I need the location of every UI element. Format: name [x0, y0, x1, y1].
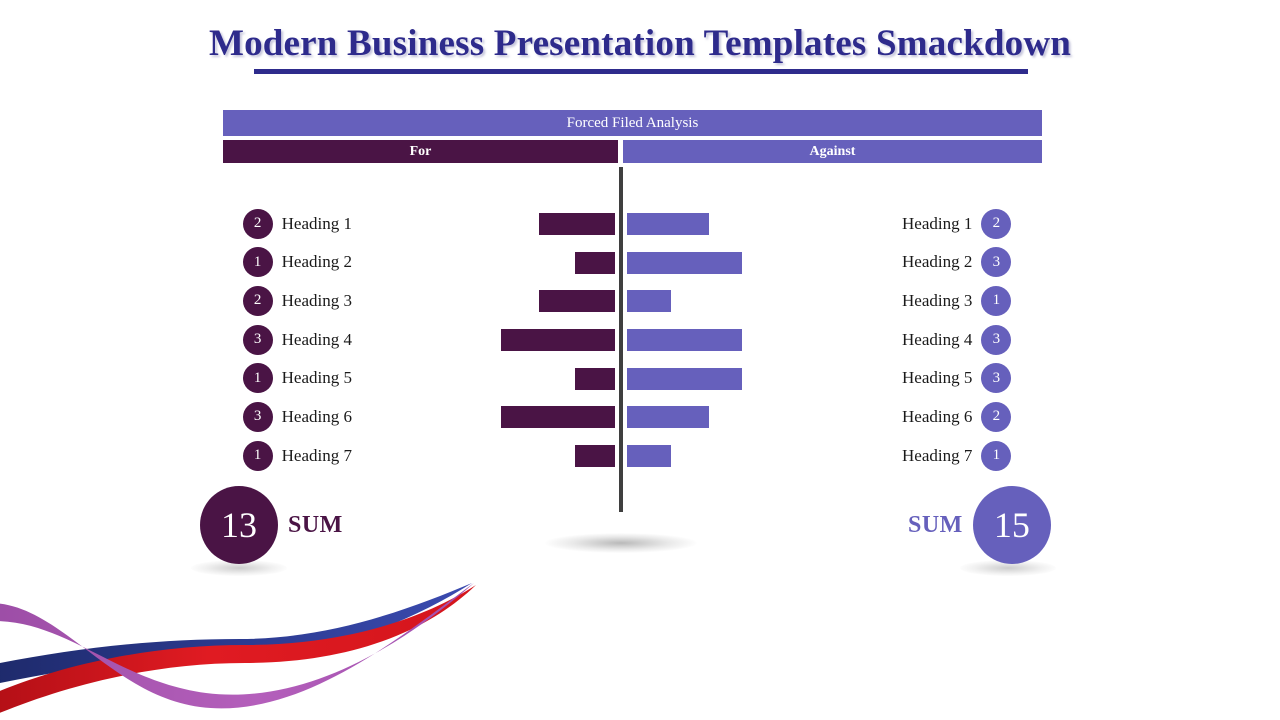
- table-row: 1 Heading 2 Heading 2 3: [0, 246, 1280, 285]
- bar-against: [627, 367, 742, 390]
- table-row: 1 Heading 7 Heading 7 1: [0, 439, 1280, 478]
- page-title: Modern Business Presentation Templates S…: [208, 23, 1072, 64]
- bar-for: [575, 367, 615, 390]
- sum-left-label: SUM: [288, 511, 343, 538]
- sum-right-label: SUM: [908, 511, 963, 538]
- bar-against: [627, 213, 709, 235]
- row-left-label: Heading 7: [281, 445, 352, 465]
- table-row: 3 Heading 6 Heading 6 2: [0, 400, 1280, 439]
- badge-right-value: 3: [981, 363, 1012, 394]
- row-left-label: Heading 5: [281, 368, 352, 388]
- row-right-label-group: Heading 7 1: [902, 439, 1012, 472]
- column-header-row: For Against: [223, 140, 1042, 163]
- row-left-label-group: 2 Heading 3: [242, 284, 352, 317]
- sum-right-value: 15: [972, 486, 1051, 564]
- row-right-label-group: Heading 4 3: [902, 323, 1012, 356]
- badge-right-value: 1: [981, 285, 1012, 316]
- bar-against: [627, 445, 671, 468]
- badge-right-value: 3: [981, 324, 1012, 355]
- row-right-label-group: Heading 5 3: [902, 362, 1012, 395]
- table-row: 1 Heading 5 Heading 5 3: [0, 362, 1280, 401]
- title-underline: [254, 69, 1028, 74]
- bar-against: [627, 251, 742, 274]
- row-right-label: Heading 3: [902, 290, 973, 310]
- row-left-label-group: 1 Heading 5: [242, 362, 352, 395]
- row-right-label-group: Heading 3 1: [902, 284, 1012, 317]
- badge-right-value: 2: [981, 208, 1012, 239]
- table-row: 2 Heading 1 Heading 1 2: [0, 207, 1280, 246]
- sum-right-group: SUM 15: [908, 486, 1051, 564]
- badge-left-value: 1: [242, 363, 273, 394]
- table-row: 3 Heading 4 Heading 4 3: [0, 323, 1280, 362]
- comparison-rows: 2 Heading 1 Heading 1 2 1 Heading 2 Head…: [0, 207, 1280, 478]
- bar-against: [627, 329, 742, 352]
- row-left-label-group: 1 Heading 2: [242, 246, 352, 279]
- badge-right-value: 3: [981, 247, 1012, 278]
- row-right-label: Heading 1: [902, 213, 973, 233]
- badge-left-value: 2: [242, 208, 273, 239]
- badge-right-value: 2: [981, 401, 1012, 432]
- row-left-label: Heading 6: [281, 406, 352, 426]
- column-header-for: For: [223, 140, 618, 163]
- center-divider-shadow: [545, 533, 697, 553]
- table-row: 2 Heading 3 Heading 3 1: [0, 284, 1280, 323]
- row-left-label-group: 3 Heading 4: [242, 323, 352, 356]
- row-right-label: Heading 7: [902, 445, 973, 465]
- row-left-label: Heading 2: [281, 252, 352, 272]
- row-left-label: Heading 4: [281, 329, 352, 349]
- bar-for: [501, 406, 615, 429]
- column-header-against: Against: [623, 140, 1042, 163]
- bar-for: [501, 329, 615, 352]
- row-left-label-group: 1 Heading 7: [242, 439, 352, 472]
- row-left-label: Heading 1: [281, 213, 352, 233]
- badge-left-value: 3: [242, 324, 273, 355]
- row-right-label: Heading 5: [902, 368, 973, 388]
- sum-left-value: 13: [200, 486, 278, 564]
- row-right-label-group: Heading 6 2: [902, 400, 1012, 433]
- row-right-label: Heading 4: [902, 329, 973, 349]
- row-left-label-group: 3 Heading 6: [242, 400, 352, 433]
- bar-for: [539, 213, 615, 235]
- panel-title-bar: Forced Filed Analysis: [223, 110, 1042, 136]
- badge-left-value: 1: [242, 247, 273, 278]
- badge-left-value: 2: [242, 285, 273, 316]
- ribbon-red-shape: [0, 585, 476, 713]
- ribbon-navy-shape: [0, 583, 472, 684]
- badge-left-value: 1: [242, 440, 273, 471]
- row-left-label: Heading 3: [281, 290, 352, 310]
- row-right-label: Heading 2: [902, 252, 973, 272]
- row-left-label-group: 2 Heading 1: [242, 207, 352, 240]
- row-right-label-group: Heading 1 2: [902, 207, 1012, 240]
- bar-against: [627, 406, 709, 429]
- badge-right-value: 1: [981, 440, 1012, 471]
- bar-for: [575, 445, 615, 468]
- row-right-label-group: Heading 2 3: [902, 246, 1012, 279]
- badge-left-value: 3: [242, 401, 273, 432]
- slide-canvas: Modern Business Presentation Templates S…: [0, 0, 1280, 720]
- bar-for: [575, 251, 615, 274]
- sum-left-group: 13 SUM: [200, 486, 343, 564]
- ribbon-orchid-shape: [0, 583, 474, 709]
- bar-for: [539, 290, 615, 313]
- row-right-label: Heading 6: [902, 406, 973, 426]
- bar-against: [627, 290, 671, 313]
